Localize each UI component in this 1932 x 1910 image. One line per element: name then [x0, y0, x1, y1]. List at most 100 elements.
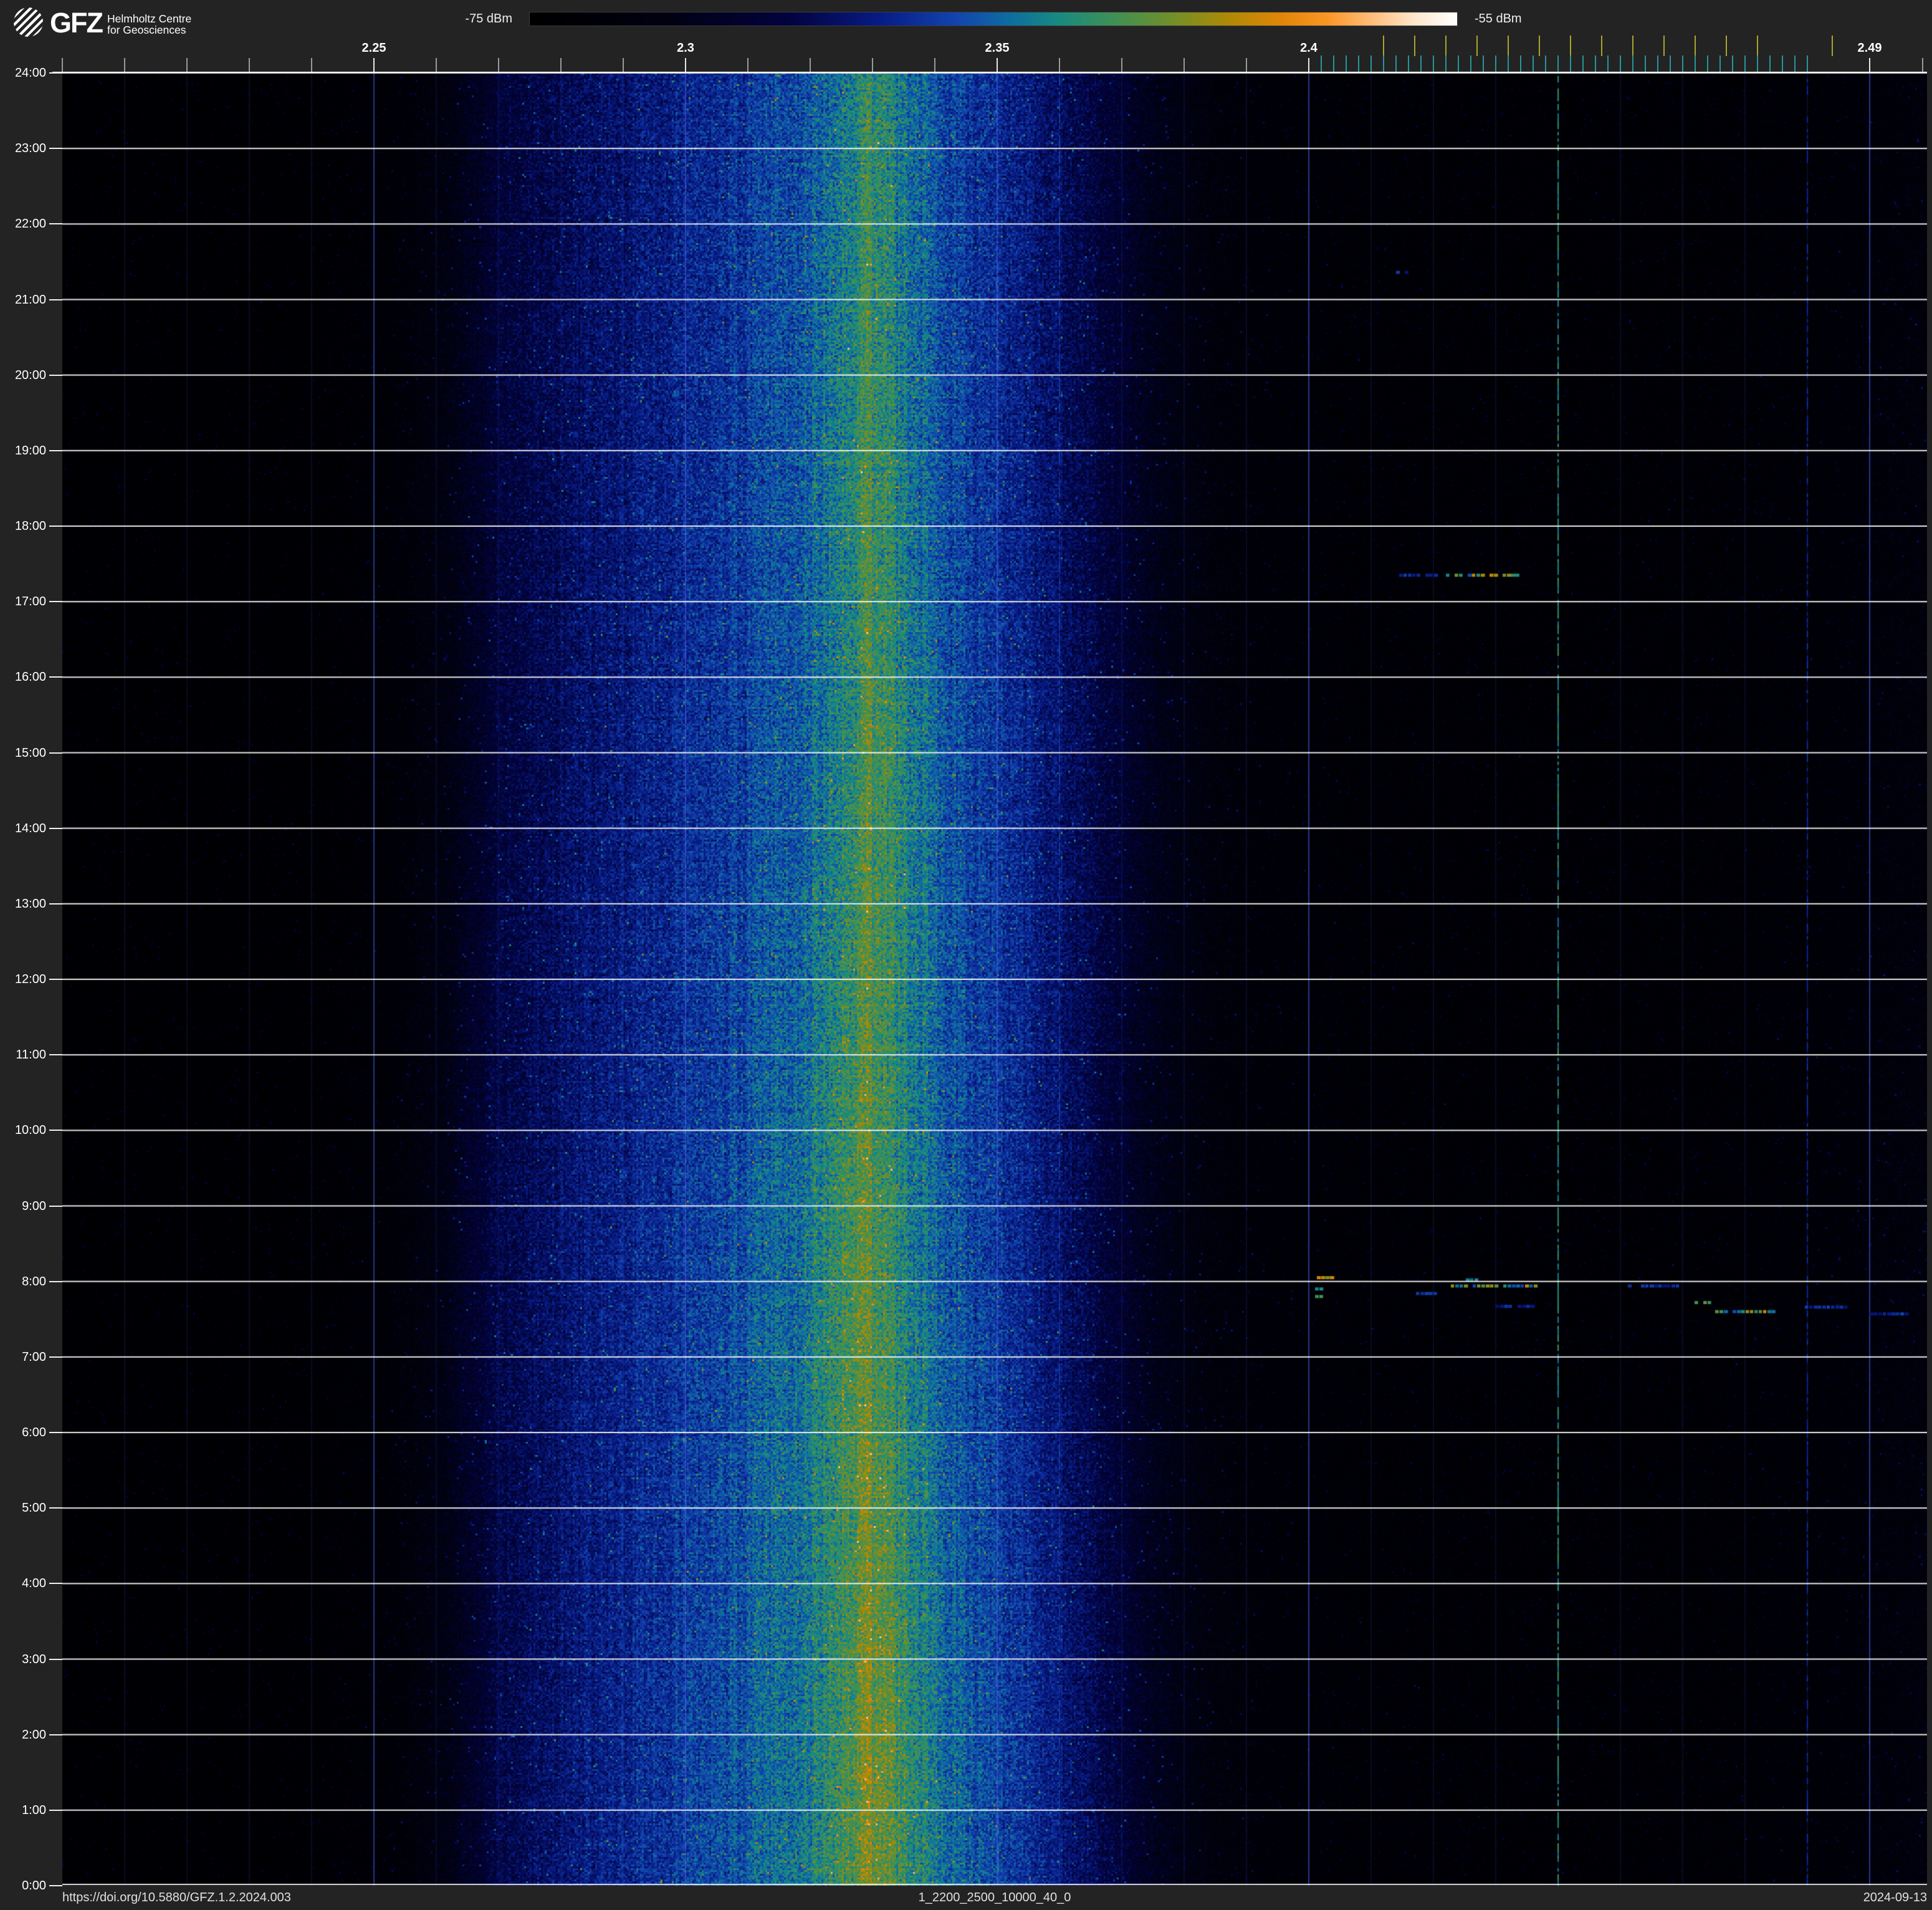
bluetooth-channel-tick [1594, 55, 1597, 72]
bluetooth-channel-tick [1544, 55, 1547, 72]
frequency-major-tick [1869, 58, 1870, 72]
spectrogram-canvas [62, 73, 1927, 1886]
hour-label: 11:00 [16, 1048, 46, 1062]
wifi-channel-tick [1507, 36, 1509, 56]
wifi-channel-tick [1663, 36, 1665, 56]
gfz-logo-icon [14, 7, 43, 37]
hour-label: 19:00 [14, 443, 46, 458]
hour-label: 17:00 [14, 595, 46, 609]
bluetooth-channel-tick [1644, 55, 1647, 72]
frequency-minor-tick [810, 58, 811, 72]
hour-tick [49, 1658, 62, 1660]
frequency-tick-label: 2.35 [985, 41, 1010, 55]
frequency-minor-tick [436, 58, 437, 72]
bluetooth-channel-tick [1332, 55, 1335, 72]
hour-tick [49, 1054, 62, 1056]
hour-tick [49, 525, 62, 527]
hour-label: 0:00 [22, 1879, 46, 1893]
hour-label: 1:00 [22, 1803, 46, 1817]
wifi-channel-tick [1632, 36, 1634, 56]
frequency-major-tick [373, 58, 375, 72]
bluetooth-channel-tick [1320, 55, 1322, 72]
bluetooth-channel-tick [1632, 55, 1634, 72]
bluetooth-channel-tick [1345, 55, 1347, 72]
frequency-major-tick [685, 58, 686, 72]
bluetooth-channel-tick [1619, 55, 1622, 72]
frequency-minor-tick [186, 58, 188, 72]
frequency-minor-tick [560, 58, 562, 72]
bluetooth-channel-tick [1482, 55, 1485, 72]
hour-tick [49, 72, 62, 74]
hour-tick [49, 1734, 62, 1735]
bluetooth-channel-tick [1432, 55, 1435, 72]
hour-label: 15:00 [14, 746, 46, 760]
bluetooth-channel-tick [1532, 55, 1534, 72]
bluetooth-channel-tick [1445, 55, 1447, 72]
bluetooth-channel-tick [1557, 55, 1559, 72]
wifi-channel-tick [1538, 36, 1541, 56]
hour-tick [49, 1356, 62, 1358]
hour-label: 22:00 [14, 217, 46, 231]
bluetooth-channel-tick [1494, 55, 1497, 72]
hour-tick [49, 299, 62, 300]
bluetooth-channel-tick [1756, 55, 1759, 72]
hour-label: 13:00 [14, 896, 46, 911]
hour-tick [49, 449, 62, 451]
bluetooth-channel-tick [1420, 55, 1422, 72]
wifi-channel-tick [1831, 36, 1834, 56]
hour-tick [49, 148, 62, 150]
bluetooth-channel-tick [1769, 55, 1771, 72]
bluetooth-channel-tick [1794, 55, 1796, 72]
footer-date: 2024-09-13 [1863, 1891, 1927, 1904]
bluetooth-channel-tick [1744, 55, 1746, 72]
hour-tick [49, 1583, 62, 1585]
gfz-logo-name-line2: for Geosciences [107, 24, 186, 36]
frequency-minor-tick [1121, 58, 1122, 72]
hour-label: 24:00 [14, 66, 46, 80]
hour-label: 8:00 [22, 1274, 46, 1289]
bluetooth-channel-tick [1657, 55, 1659, 72]
colorbar-min-label: -75 dBm [465, 12, 512, 26]
bluetooth-channel-tick [1519, 55, 1522, 72]
bluetooth-channel-tick [1607, 55, 1609, 72]
hour-tick [49, 752, 62, 754]
wifi-channel-tick [1694, 36, 1696, 56]
wifi-channel-tick [1756, 36, 1759, 56]
colorbar-max-label: -55 dBm [1475, 12, 1522, 26]
bluetooth-channel-tick [1382, 55, 1385, 72]
hour-label: 21:00 [14, 292, 46, 307]
wifi-channel-tick [1476, 36, 1478, 56]
bluetooth-channel-tick [1719, 55, 1721, 72]
hour-label: 6:00 [22, 1426, 46, 1439]
hour-tick [49, 1205, 62, 1207]
hour-label: 4:00 [22, 1576, 46, 1591]
bluetooth-channel-tick [1582, 55, 1584, 72]
bluetooth-channel-tick [1370, 55, 1372, 72]
hour-label: 16:00 [14, 670, 46, 684]
frequency-minor-tick [62, 58, 63, 72]
hour-tick [49, 1432, 62, 1433]
frequency-minor-tick [249, 58, 250, 72]
wifi-channel-tick [1600, 36, 1603, 56]
bluetooth-channel-tick [1694, 55, 1696, 72]
hour-tick [49, 827, 62, 829]
hour-label: 23:00 [14, 142, 46, 156]
colorbar-gradient [529, 12, 1458, 26]
hour-tick [49, 676, 62, 678]
hour-tick [49, 1885, 62, 1886]
bluetooth-channel-tick [1806, 55, 1809, 72]
wifi-channel-tick [1725, 36, 1728, 56]
wifi-channel-tick [1413, 36, 1416, 56]
hour-tick [49, 979, 62, 980]
gfz-logo-acronym: GFZ [50, 7, 103, 39]
bluetooth-channel-tick [1569, 55, 1572, 72]
hour-label: 14:00 [14, 821, 46, 835]
frequency-minor-tick [747, 58, 748, 72]
hour-tick [49, 1280, 62, 1282]
bluetooth-channel-tick [1731, 55, 1734, 72]
bluetooth-channel-tick [1706, 55, 1709, 72]
frequency-tick-label: 2.49 [1857, 41, 1882, 55]
hour-label: 10:00 [14, 1123, 46, 1138]
frequency-minor-tick [623, 58, 624, 72]
frequency-minor-tick [311, 58, 312, 72]
